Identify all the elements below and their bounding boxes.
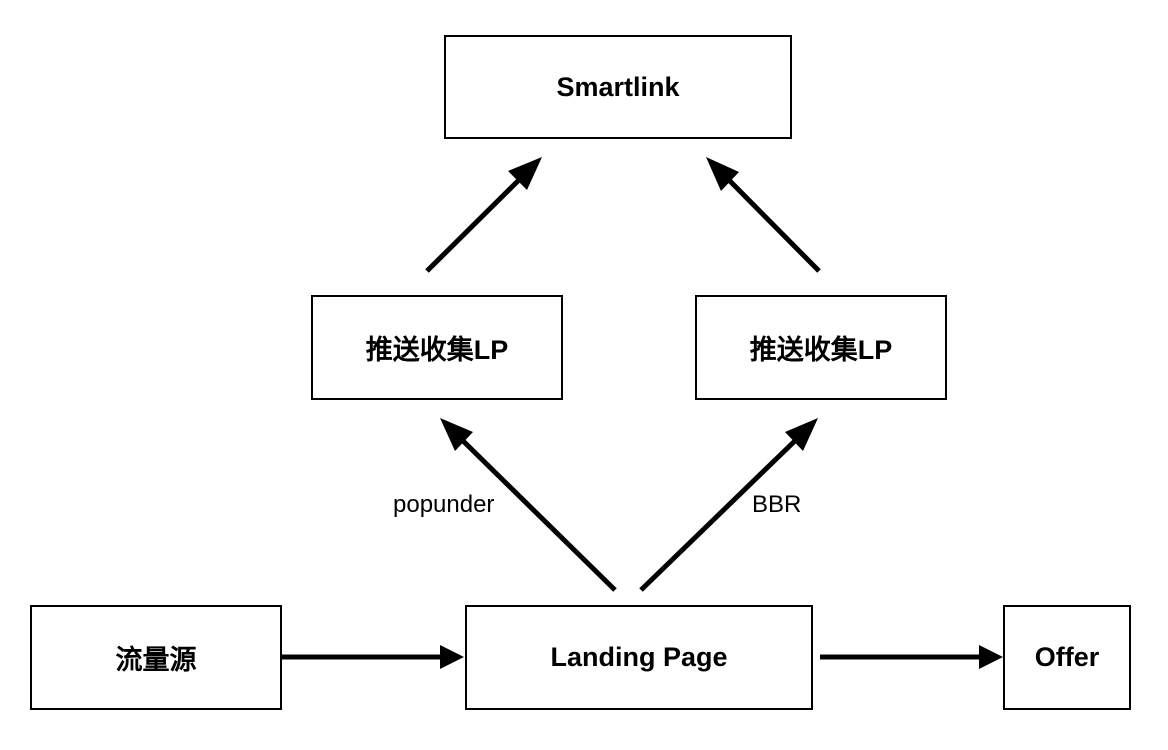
node-landing-page: Landing Page <box>465 605 813 710</box>
node-push-lp-right: 推送收集LP <box>695 295 947 400</box>
node-push-lp-left: 推送收集LP <box>311 295 563 400</box>
edge-push-right-to-smartlink <box>706 157 821 273</box>
edge-push-left-to-smartlink <box>425 157 542 273</box>
edge-label-bbr: BBR <box>752 491 802 518</box>
edge-label-popunder: popunder <box>393 491 495 518</box>
flow-diagram: Smartlink 推送收集LP 推送收集LP 流量源 Landing Page… <box>0 0 1168 750</box>
edge-landing-to-offer <box>820 645 1003 669</box>
node-push-lp-left-label: 推送收集LP <box>365 335 509 365</box>
edge-traffic-to-landing <box>282 645 464 669</box>
node-offer: Offer <box>1003 605 1131 710</box>
node-landing-page-label: Landing Page <box>550 642 728 672</box>
node-smartlink-label: Smartlink <box>556 71 680 102</box>
node-traffic-source: 流量源 <box>30 605 282 710</box>
node-traffic-source-label: 流量源 <box>115 645 197 675</box>
node-offer-label: Offer <box>1034 642 1100 672</box>
node-push-lp-right-label: 推送收集LP <box>749 335 893 365</box>
node-smartlink: Smartlink <box>444 35 792 139</box>
